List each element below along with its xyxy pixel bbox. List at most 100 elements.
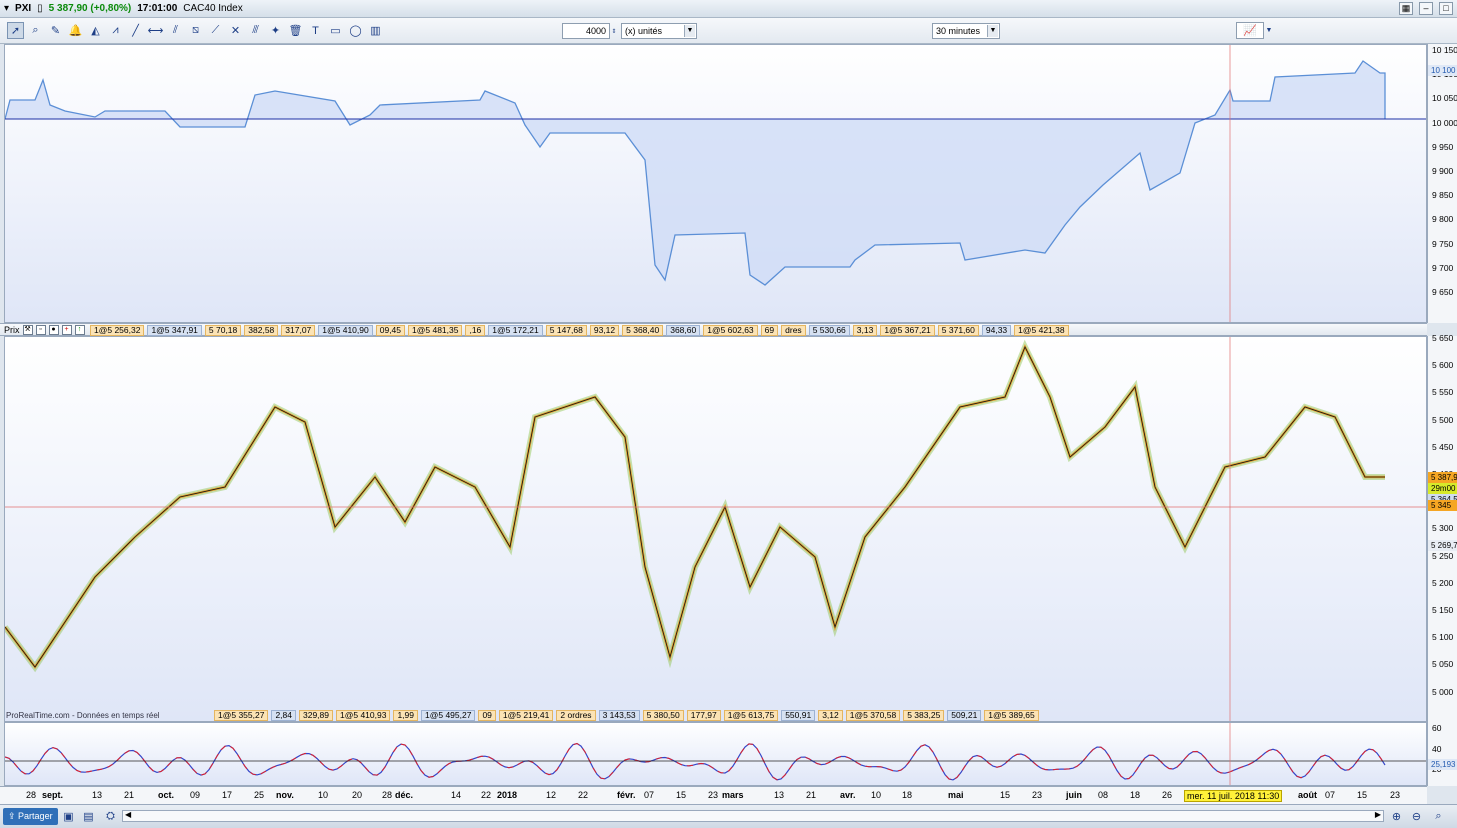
order-label[interactable]: 1@5 355,27 — [214, 710, 269, 721]
order-label[interactable]: 2,84 — [271, 710, 296, 721]
order-label[interactable]: 1@5 367,21 — [880, 325, 935, 336]
trendline-icon[interactable]: ╱ — [127, 22, 144, 39]
zoom-in-icon[interactable]: ⊕ — [1388, 808, 1405, 825]
grid-icon[interactable]: ▥ — [367, 22, 384, 39]
order-label[interactable]: 509,21 — [947, 710, 982, 721]
order-label[interactable]: 1@5 389,65 — [984, 710, 1039, 721]
order-label[interactable]: 1@5 410,93 — [336, 710, 391, 721]
order-label[interactable]: 550,91 — [781, 710, 816, 721]
chart-scrollbar[interactable]: ◀ ▶ — [122, 810, 1384, 822]
order-label[interactable]: 1@5 219,41 — [498, 710, 554, 721]
add-icon[interactable]: + — [61, 324, 72, 335]
chevron-down-icon[interactable]: ▼ — [684, 25, 695, 37]
quantity-input[interactable]: 4000 — [562, 23, 610, 39]
axis-tick-label: 5 200 — [1432, 577, 1454, 588]
symbol-dropdown-icon[interactable]: ▾ — [4, 3, 9, 14]
order-label[interactable]: 5 368,40 — [622, 325, 664, 336]
crosshair-date: mer. 11 juil. 2018 11:30 — [1184, 790, 1283, 802]
price-panel[interactable] — [4, 336, 1427, 722]
zoom-icon[interactable]: ⌕ — [27, 22, 44, 39]
axis-tick-label: 5 050 — [1432, 659, 1454, 670]
order-label[interactable]: 1@5 410,90 — [318, 325, 373, 336]
cursor-icon[interactable]: ➚ — [7, 22, 24, 39]
layout-icon[interactable]: ▣ — [60, 808, 77, 825]
order-label[interactable]: 09 — [478, 710, 496, 721]
fan-icon[interactable]: ⟋ — [207, 22, 224, 39]
move-up-icon[interactable]: ↑ — [74, 324, 85, 335]
oscillator-panel[interactable] — [4, 722, 1427, 786]
order-label[interactable]: 1@5 172,21 — [488, 325, 543, 336]
order-label[interactable]: 69 — [760, 325, 779, 336]
quantity-spinner-icon[interactable]: ⇕ — [609, 23, 619, 39]
text-tool-icon[interactable]: T — [307, 22, 324, 39]
search-icon[interactable]: ⌕ — [1430, 808, 1447, 825]
link-icon[interactable]: ▯ — [37, 3, 43, 14]
order-label[interactable]: 5 530,66 — [808, 325, 850, 336]
order-label[interactable]: 1@5 256,32 — [90, 325, 145, 336]
order-label[interactable]: ,16 — [465, 325, 486, 336]
trash-icon[interactable]: 🗑 — [287, 22, 304, 39]
fibonacci-icon[interactable]: ⩘ — [107, 22, 124, 39]
parallel-lines-icon[interactable]: ⫻ — [247, 22, 264, 39]
order-label[interactable]: 1@5 370,58 — [845, 710, 901, 721]
order-icon[interactable]: ◭ — [87, 22, 104, 39]
chart-style-icon[interactable]: 📈 — [1236, 22, 1264, 39]
ellipse-icon[interactable]: ◯ — [347, 22, 364, 39]
order-label[interactable]: 5 147,68 — [545, 325, 587, 336]
order-label[interactable]: 3,12 — [818, 710, 843, 721]
order-label[interactable]: 1@5 481,35 — [408, 325, 463, 336]
order-label[interactable]: 368,60 — [666, 325, 701, 336]
cross-line-icon[interactable]: ✕ — [227, 22, 244, 39]
order-label[interactable]: 94,33 — [981, 325, 1012, 336]
order-label[interactable]: 93,12 — [589, 325, 620, 336]
order-label[interactable]: dres — [781, 325, 806, 336]
order-label[interactable]: 1@5 347,91 — [147, 325, 202, 336]
order-label[interactable]: 1@5 613,75 — [723, 710, 779, 721]
order-label[interactable]: 09,45 — [375, 325, 406, 336]
order-label[interactable]: 382,58 — [244, 325, 279, 336]
channel-icon[interactable]: ⫽ — [167, 22, 184, 39]
order-label[interactable]: 5 380,50 — [642, 710, 684, 721]
chevron-down-icon[interactable]: ▼ — [1264, 22, 1274, 39]
order-label[interactable]: 1,99 — [393, 710, 418, 721]
order-label[interactable]: 3,13 — [852, 325, 878, 336]
equity-panel[interactable] — [4, 44, 1427, 323]
oscillator-red-line — [5, 742, 1386, 781]
ruler-icon[interactable]: ✎ — [47, 22, 64, 39]
rectangle-icon[interactable]: ▭ — [327, 22, 344, 39]
order-label[interactable]: 5 371,60 — [937, 325, 979, 336]
order-label[interactable]: 1@5 495,27 — [421, 710, 476, 721]
brush-icon[interactable]: ✦ — [267, 22, 284, 39]
order-label[interactable]: 317,07 — [281, 325, 316, 336]
date-tick-label: mai — [948, 790, 964, 800]
horizontal-line-icon[interactable]: ⟷ — [147, 22, 164, 39]
close-icon[interactable]: ● — [48, 324, 59, 335]
chevron-down-icon[interactable]: ▼ — [987, 25, 998, 37]
wrench-icon[interactable]: ⚒ — [22, 324, 33, 335]
timeframe-select[interactable]: 30 minutes ▼ — [932, 23, 1000, 39]
share-button[interactable]: ⇪ Partager — [3, 808, 58, 825]
price-change: 5 387,90 (+0,80%) — [48, 3, 132, 14]
order-label[interactable]: 177,97 — [686, 710, 721, 721]
zoom-out-icon[interactable]: ⊖ — [1408, 808, 1425, 825]
order-label[interactable]: 5 383,25 — [903, 710, 945, 721]
order-label[interactable]: 3 143,53 — [598, 710, 640, 721]
order-label[interactable]: 329,89 — [299, 710, 333, 721]
keyboard-icon[interactable]: ▦ — [1399, 2, 1413, 15]
minimize-button[interactable]: – — [1419, 2, 1433, 15]
symbol-label[interactable]: PXI — [15, 3, 31, 14]
unit-select[interactable]: (x) unités ▼ — [621, 23, 697, 39]
order-label[interactable]: 1@5 421,38 — [1014, 325, 1069, 336]
scroll-left-icon[interactable]: ◀ — [125, 810, 131, 819]
order-label[interactable]: 2 ordres — [556, 710, 596, 721]
scroll-right-icon[interactable]: ▶ — [1375, 810, 1381, 819]
timeframe-value: 30 minutes — [936, 26, 981, 36]
maximize-button[interactable]: □ — [1439, 2, 1453, 15]
order-label[interactable]: 1@5 602,63 — [703, 325, 758, 336]
order-label[interactable]: 5 70,18 — [204, 325, 242, 336]
settings-icon[interactable]: ⛭ — [102, 808, 119, 825]
alert-bell-icon[interactable]: 🔔 — [67, 22, 84, 39]
regression-icon[interactable]: ⧅ — [187, 22, 204, 39]
window-icon[interactable]: ▫ — [35, 324, 46, 335]
table-icon[interactable]: ▤ — [80, 808, 97, 825]
